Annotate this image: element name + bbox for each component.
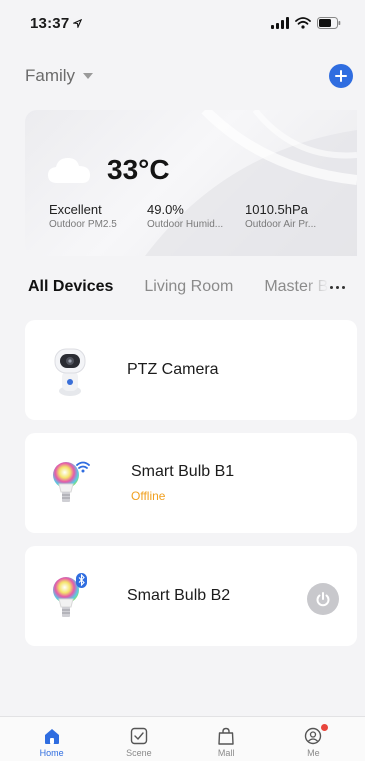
- scene-icon: [130, 727, 148, 745]
- header: Family: [0, 58, 365, 94]
- cloud-icon: [48, 158, 90, 183]
- bag-icon: [218, 727, 234, 745]
- stat-humidity: 49.0% Outdoor Humid...: [147, 202, 224, 230]
- wifi-icon: [295, 17, 311, 29]
- more-dots-icon: [329, 285, 333, 289]
- camera-icon: [49, 345, 91, 396]
- device-status-offline: Offline: [131, 489, 166, 503]
- device-name: Smart Bulb B2: [127, 587, 231, 604]
- add-device-button[interactable]: [329, 64, 353, 88]
- bulb-bluetooth-icon: [49, 571, 91, 621]
- bulb-wifi-icon: [49, 458, 91, 508]
- room-tabs: All Devices Living Room Master Bedroom: [0, 272, 365, 302]
- notification-badge: [321, 724, 329, 731]
- home-icon: [44, 729, 59, 744]
- power-toggle-button[interactable]: [307, 583, 339, 615]
- status-time: 13:37: [30, 15, 83, 32]
- location-arrow-icon: [73, 18, 83, 28]
- tab-all-devices[interactable]: All Devices: [28, 278, 113, 296]
- more-rooms-button[interactable]: [309, 272, 365, 302]
- device-card-smart-bulb-b2[interactable]: Smart Bulb B2: [25, 546, 357, 646]
- nav-scene[interactable]: Scene: [104, 717, 174, 761]
- home-selector[interactable]: Family: [25, 66, 94, 86]
- device-name: Smart Bulb B1: [131, 463, 235, 480]
- plus-icon: [335, 70, 347, 82]
- stat-air-pressure: 1010.5hPa Outdoor Air Pr...: [245, 202, 317, 230]
- device-card-smart-bulb-b1[interactable]: Smart Bulb B1 Offline: [25, 433, 357, 533]
- status-bar: 13:37: [0, 0, 365, 46]
- nav-home[interactable]: Home: [17, 717, 87, 761]
- battery-icon: [317, 17, 341, 29]
- nav-mall[interactable]: Mall: [191, 717, 261, 761]
- tab-living-room[interactable]: Living Room: [144, 278, 233, 296]
- bottom-navigation: Home Scene Mall Me: [0, 716, 365, 761]
- device-name: PTZ Camera: [127, 361, 219, 378]
- nav-me[interactable]: Me: [278, 717, 348, 761]
- caret-down-icon: [83, 73, 94, 79]
- signal-icon: [271, 17, 289, 29]
- profile-icon: [305, 727, 322, 745]
- temperature: 33°C: [107, 154, 170, 185]
- power-icon: [316, 592, 330, 607]
- weather-card[interactable]: 33°C Excellent Outdoor PM2.5 49.0% Outdo…: [25, 110, 357, 256]
- device-card-ptz-camera[interactable]: PTZ Camera: [25, 320, 357, 420]
- home-name: Family: [25, 66, 76, 85]
- stat-pm25: Excellent Outdoor PM2.5: [49, 202, 117, 230]
